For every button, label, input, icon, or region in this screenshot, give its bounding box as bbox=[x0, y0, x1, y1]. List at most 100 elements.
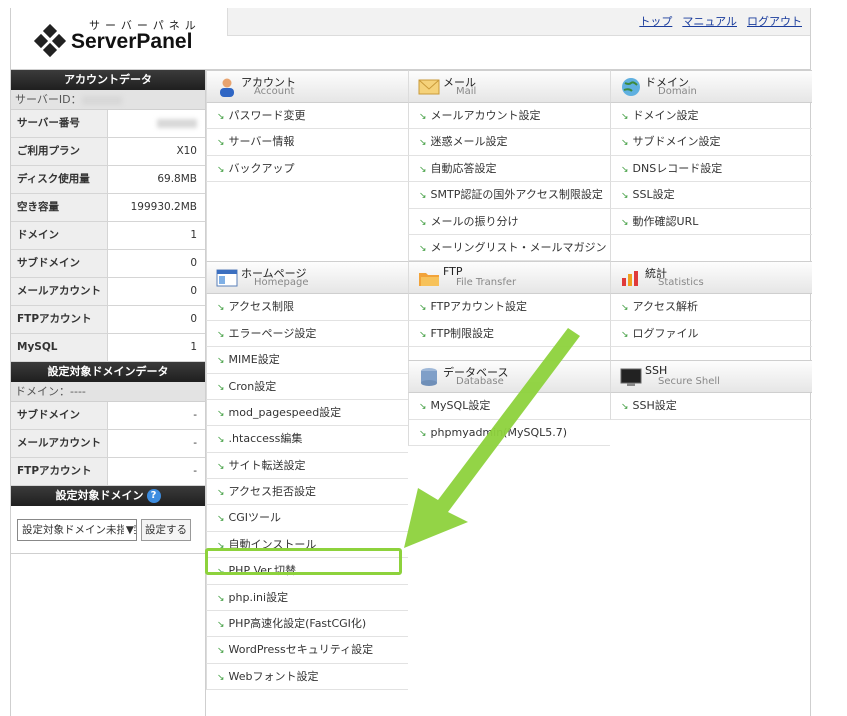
auto-install-highlight bbox=[205, 548, 402, 575]
row-value: - bbox=[193, 437, 197, 449]
category-secure-shell: SSH Secure Shell bbox=[610, 360, 812, 394]
menu-item[interactable]: 自動応答設定 bbox=[408, 155, 610, 183]
logo-text: ServerPanel bbox=[71, 30, 193, 53]
account-row: ご利用プラン X10 bbox=[11, 138, 205, 166]
help-icon[interactable]: ? bbox=[146, 489, 161, 503]
menu-item[interactable]: .htaccess編集 bbox=[206, 426, 408, 453]
row-label: MySQL bbox=[11, 334, 108, 361]
account-row: 空き容量 199930.2MB bbox=[11, 194, 205, 222]
set-domain-button[interactable]: 設定する bbox=[141, 519, 191, 541]
menu-item[interactable]: SSL設定 bbox=[610, 182, 812, 209]
menu-item[interactable]: サイト転送設定 bbox=[206, 452, 408, 480]
menu-item[interactable]: CGIツール bbox=[206, 505, 408, 532]
logo-diamonds-icon bbox=[33, 24, 67, 58]
menu-item[interactable]: ドメイン設定 bbox=[610, 103, 812, 130]
account-row: ドメイン 1 bbox=[11, 222, 205, 250]
account-row: メールアカウント 0 bbox=[11, 278, 205, 306]
row-label: ご利用プラン bbox=[11, 138, 108, 165]
row-value: - bbox=[193, 465, 197, 477]
chevron-down-icon: ▼ bbox=[123, 520, 134, 540]
globe-icon bbox=[620, 77, 642, 97]
category-subtitle: Domain bbox=[658, 86, 697, 97]
row-label: メールアカウント bbox=[11, 430, 108, 457]
menu-item[interactable]: MySQL設定 bbox=[408, 393, 610, 420]
manual-link[interactable]: マニュアル bbox=[682, 13, 737, 29]
top-link[interactable]: トップ bbox=[639, 13, 672, 29]
row-label: サブドメイン bbox=[11, 402, 108, 429]
menu-item[interactable]: バックアップ bbox=[206, 155, 408, 183]
logout-link[interactable]: ログアウト bbox=[747, 13, 802, 29]
top-links: トップ マニュアル ログアウト bbox=[639, 13, 802, 29]
menu-item[interactable]: SMTP認証の国外アクセス制限設定 bbox=[408, 182, 610, 209]
menu-item[interactable]: FTPアカウント設定 bbox=[408, 294, 610, 321]
ssh-icon bbox=[620, 367, 642, 387]
server-id: サーバーID： bbox=[11, 90, 205, 110]
domain-select[interactable]: 設定対象ドメイン未指定 ▼ bbox=[17, 519, 137, 541]
row-label: サーバー番号 bbox=[11, 110, 108, 137]
account-row: MySQL 1 bbox=[11, 334, 205, 362]
menu-item[interactable]: 動作確認URL bbox=[610, 208, 812, 235]
row-value: 1 bbox=[190, 229, 197, 241]
row-value: - bbox=[193, 409, 197, 421]
menu-item[interactable]: サブドメイン設定 bbox=[610, 129, 812, 156]
row-label: ディスク使用量 bbox=[11, 166, 108, 193]
menu-item[interactable]: php.ini設定 bbox=[206, 584, 408, 612]
menu-item[interactable]: アクセス制限 bbox=[206, 294, 408, 321]
menu-item[interactable]: メールの振り分け bbox=[408, 208, 610, 235]
user-icon bbox=[216, 77, 238, 97]
category-account: アカウント Account bbox=[206, 70, 408, 103]
menu-item[interactable]: Cron設定 bbox=[206, 373, 408, 400]
category-subtitle: Statistics bbox=[658, 277, 704, 289]
menu-item[interactable]: パスワード変更 bbox=[206, 103, 408, 130]
menu-item[interactable]: アクセス解析 bbox=[610, 294, 812, 321]
domain-row: サブドメイン - bbox=[11, 402, 205, 430]
row-label: メールアカウント bbox=[11, 278, 108, 305]
homepage-icon bbox=[216, 268, 238, 288]
menu-item[interactable]: ログファイル bbox=[610, 320, 812, 348]
menu-item[interactable]: メーリングリスト・メールマガジン bbox=[408, 234, 610, 262]
row-value: 0 bbox=[190, 257, 197, 269]
row-label: ドメイン bbox=[11, 222, 108, 249]
row-value: 1 bbox=[190, 341, 197, 353]
menu-item[interactable]: アクセス拒否設定 bbox=[206, 479, 408, 506]
stats-icon bbox=[620, 268, 642, 288]
top-bar: トップ マニュアル ログアウト bbox=[227, 8, 810, 36]
row-label: FTPアカウント bbox=[11, 306, 108, 333]
menu-item[interactable]: WordPressセキュリティ設定 bbox=[206, 637, 408, 664]
database-icon bbox=[418, 367, 440, 387]
category-file-transfer: FTP File Transfer bbox=[408, 261, 610, 295]
target-domain-heading: 設定対象ドメイン? bbox=[11, 486, 205, 506]
menu-item[interactable]: FTP制限設定 bbox=[408, 320, 610, 348]
category-subtitle: Secure Shell bbox=[658, 376, 720, 388]
domain-row: FTPアカウント - bbox=[11, 458, 205, 486]
row-label: FTPアカウント bbox=[11, 458, 108, 485]
account-row: ディスク使用量 69.8MB bbox=[11, 166, 205, 194]
menu-item[interactable]: サーバー情報 bbox=[206, 129, 408, 156]
category-database: データベース Database bbox=[408, 360, 610, 394]
account-row: サーバー番号 bbox=[11, 110, 205, 138]
domain-row: メールアカウント - bbox=[11, 430, 205, 458]
category-subtitle: Database bbox=[456, 376, 504, 388]
category-subtitle: Homepage bbox=[254, 277, 309, 289]
menu-item[interactable]: DNSレコード設定 bbox=[610, 155, 812, 183]
menu-item[interactable]: Webフォント設定 bbox=[206, 663, 408, 691]
category-subtitle: File Transfer bbox=[456, 277, 517, 289]
menu-item[interactable]: mod_pagespeed設定 bbox=[206, 399, 408, 427]
row-value: 0 bbox=[190, 313, 197, 325]
menu-item[interactable]: MIME設定 bbox=[206, 347, 408, 374]
menu-item[interactable]: エラーページ設定 bbox=[206, 320, 408, 348]
category-homepage: ホームページ Homepage bbox=[206, 261, 408, 295]
sidebar: アカウントデータ サーバーID： サーバー番号 ご利用プラン X10 ディスク使用量 6… bbox=[11, 70, 206, 716]
folder-icon bbox=[418, 268, 440, 288]
menu-item[interactable]: phpmyadmin(MySQL5.7) bbox=[408, 419, 610, 447]
menu-item[interactable]: PHP高速化設定(FastCGI化) bbox=[206, 611, 408, 638]
row-value: 69.8MB bbox=[157, 173, 197, 185]
category-domain: ドメイン Domain bbox=[610, 70, 812, 103]
menu-item[interactable]: メールアカウント設定 bbox=[408, 103, 610, 130]
account-data-heading: アカウントデータ bbox=[11, 70, 205, 90]
menu-item[interactable]: SSH設定 bbox=[610, 393, 812, 420]
logo[interactable]: サーバーパネル ServerPanel bbox=[11, 8, 227, 69]
menu-item[interactable]: 迷惑メール設定 bbox=[408, 129, 610, 156]
domain-data-heading: 設定対象ドメインデータ bbox=[11, 362, 205, 382]
row-value: 0 bbox=[190, 285, 197, 297]
